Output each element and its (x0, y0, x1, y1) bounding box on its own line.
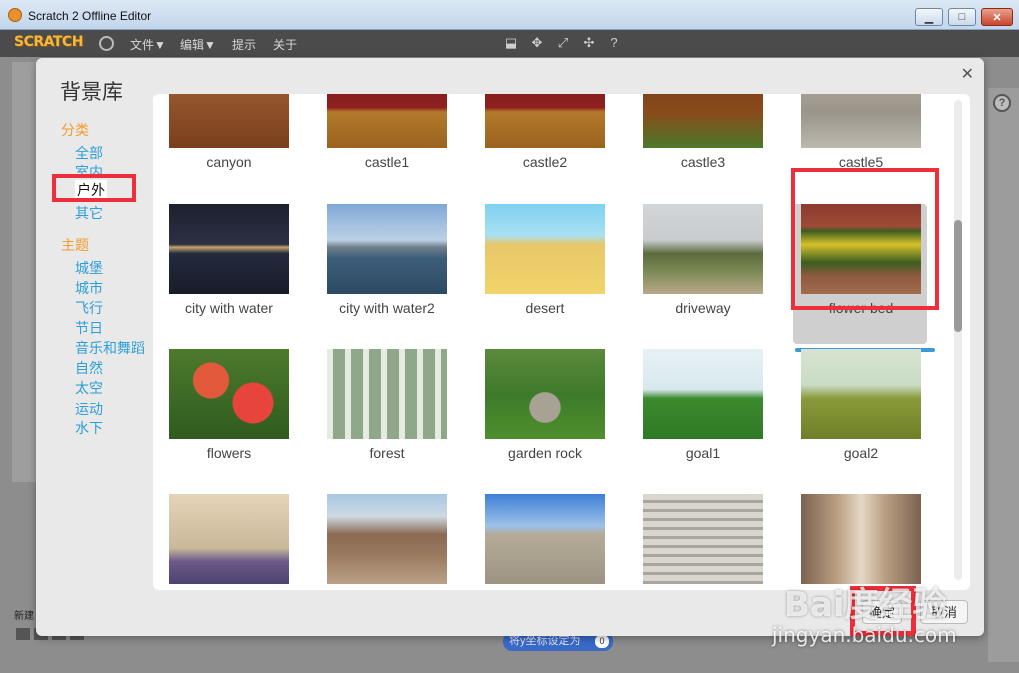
theme-nature[interactable]: 自然 (75, 358, 103, 378)
backdrop-thumbnail (327, 204, 447, 294)
dialog-title: 背景库 (60, 80, 123, 104)
highlight-ok-box (850, 586, 916, 636)
backdrop-thumbnail (485, 494, 605, 584)
backdrop-label: flowers (206, 445, 252, 461)
backdrop-item[interactable]: gravel desert (477, 494, 611, 590)
cut-icon[interactable]: ✥ (530, 36, 544, 50)
backdrop-item[interactable]: goal2 (793, 349, 927, 489)
language-globe-icon[interactable] (99, 36, 114, 51)
backdrop-thumbnail (327, 494, 447, 584)
backdrop-thumbnail (485, 94, 605, 148)
backdrop-label: garden rock (508, 445, 582, 461)
backdrop-item[interactable]: forest (319, 349, 453, 489)
theme-castle[interactable]: 城堡 (75, 258, 103, 278)
theme-city[interactable]: 城市 (75, 278, 103, 298)
menu-about[interactable]: 关于 (273, 36, 297, 53)
category-heading: 分类 (61, 122, 89, 138)
theme-space[interactable]: 太空 (75, 378, 103, 398)
backdrop-item[interactable]: hallway outdoors (793, 494, 927, 590)
backdrop-label: goal2 (843, 445, 879, 461)
backdrop-item[interactable]: driveway (635, 204, 769, 344)
scratch-cat-icon (8, 8, 22, 22)
backdrop-thumbnail (327, 349, 447, 439)
scratch-logo[interactable]: SCRATCH (14, 34, 83, 50)
category-other[interactable]: 其它 (75, 203, 103, 223)
shrink-icon[interactable]: ✣ (582, 36, 596, 50)
backdrop-item[interactable]: grand canyon (319, 494, 453, 590)
new-sprite-label: 新建 (14, 611, 34, 622)
backdrop-library-dialog: 背景库 ✕ 分类 全部 室内 户外 其它 主题 城堡 城市 飞行 节日 音乐和舞… (36, 58, 984, 636)
highlight-selected-box (791, 168, 939, 310)
help-icon[interactable]: ? (607, 36, 621, 50)
backdrop-label: castle2 (522, 154, 568, 170)
highlight-outdoors-box (52, 174, 136, 202)
menu-tips[interactable]: 提示 (232, 36, 256, 53)
theme-flying[interactable]: 飞行 (75, 298, 103, 318)
backdrop-label: city with water2 (339, 300, 435, 316)
backdrop-thumbnail (485, 204, 605, 294)
minimize-button[interactable]: ▁ (915, 8, 943, 26)
menu-file[interactable]: 文件▼ (130, 36, 166, 53)
backdrop-thumbnail (485, 349, 605, 439)
stamp-icon[interactable]: ⬓ (504, 36, 518, 50)
window-title: Scratch 2 Offline Editor (28, 9, 152, 23)
backdrop-thumbnail (169, 494, 289, 584)
backdrop-thumbnail (801, 494, 921, 584)
scratch-menubar: SCRATCH 文件▼ 编辑▼ 提示 关于 ⬓ ✥ ⤢ ✣ ? (0, 30, 1019, 57)
backdrop-item[interactable]: graffiti (161, 494, 295, 590)
backdrop-label: forest (369, 445, 405, 461)
backdrop-item[interactable]: castle3 (635, 94, 769, 198)
backdrop-label: city with water (185, 300, 273, 316)
window-close-button[interactable]: ✕ (981, 8, 1013, 26)
backdrop-label: goal1 (685, 445, 721, 461)
backdrop-item[interactable]: canyon (161, 94, 295, 198)
backdrop-thumbnail (169, 204, 289, 294)
backdrop-thumbnail (801, 349, 921, 439)
backdrop-item[interactable]: desert (477, 204, 611, 344)
backdrop-label: driveway (675, 300, 731, 316)
backdrop-thumbnail (169, 349, 289, 439)
block-text: 将y坐标设定为 (509, 635, 581, 647)
backdrop-item[interactable]: castle2 (477, 94, 611, 198)
window-titlebar: Scratch 2 Offline Editor ▁ □ ✕ (0, 0, 1019, 30)
theme-underwater[interactable]: 水下 (75, 418, 103, 438)
backdrop-item[interactable]: flowers (161, 349, 295, 489)
backdrop-item[interactable]: castle1 (319, 94, 453, 198)
theme-heading: 主题 (61, 237, 89, 253)
paint-new-sprite-icon[interactable] (16, 628, 30, 640)
dialog-close-icon[interactable]: ✕ (961, 64, 974, 84)
backdrop-thumbnail (169, 94, 289, 148)
menu-edit[interactable]: 编辑▼ (180, 36, 216, 53)
theme-holiday[interactable]: 节日 (75, 318, 103, 338)
backdrop-label: desert (525, 300, 565, 316)
backdrop-thumbnail (801, 94, 921, 148)
block-value[interactable]: 0 (595, 635, 609, 648)
backdrop-item[interactable]: city with water2 (319, 204, 453, 344)
backdrop-thumbnail (643, 494, 763, 584)
grow-icon[interactable]: ⤢ (556, 36, 570, 50)
scripts-panel-edge (988, 88, 1019, 662)
backdrop-thumbnail (643, 94, 763, 148)
grid-scrollbar-thumb[interactable] (954, 220, 962, 332)
stage-area (12, 62, 38, 482)
theme-music-dance[interactable]: 音乐和舞蹈 (75, 338, 145, 358)
category-all[interactable]: 全部 (75, 143, 103, 163)
backdrop-thumbnail (643, 349, 763, 439)
backdrop-label: canyon (206, 154, 252, 170)
backdrop-thumbnail (327, 94, 447, 148)
backdrop-label: castle3 (680, 154, 726, 170)
backdrop-item[interactable]: city with water (161, 204, 295, 344)
backdrop-item[interactable]: garden rock (477, 349, 611, 489)
backdrop-label: castle1 (364, 154, 410, 170)
backdrop-thumbnail (643, 204, 763, 294)
grid-scrollbar-track[interactable] (954, 100, 962, 580)
help-icon[interactable]: ? (993, 94, 1011, 112)
backdrop-item[interactable]: greek theater (635, 494, 769, 590)
cancel-button[interactable]: 取消 (920, 600, 968, 624)
backdrop-item[interactable]: goal1 (635, 349, 769, 489)
theme-sports[interactable]: 运动 (75, 399, 103, 419)
maximize-button[interactable]: □ (948, 8, 976, 26)
